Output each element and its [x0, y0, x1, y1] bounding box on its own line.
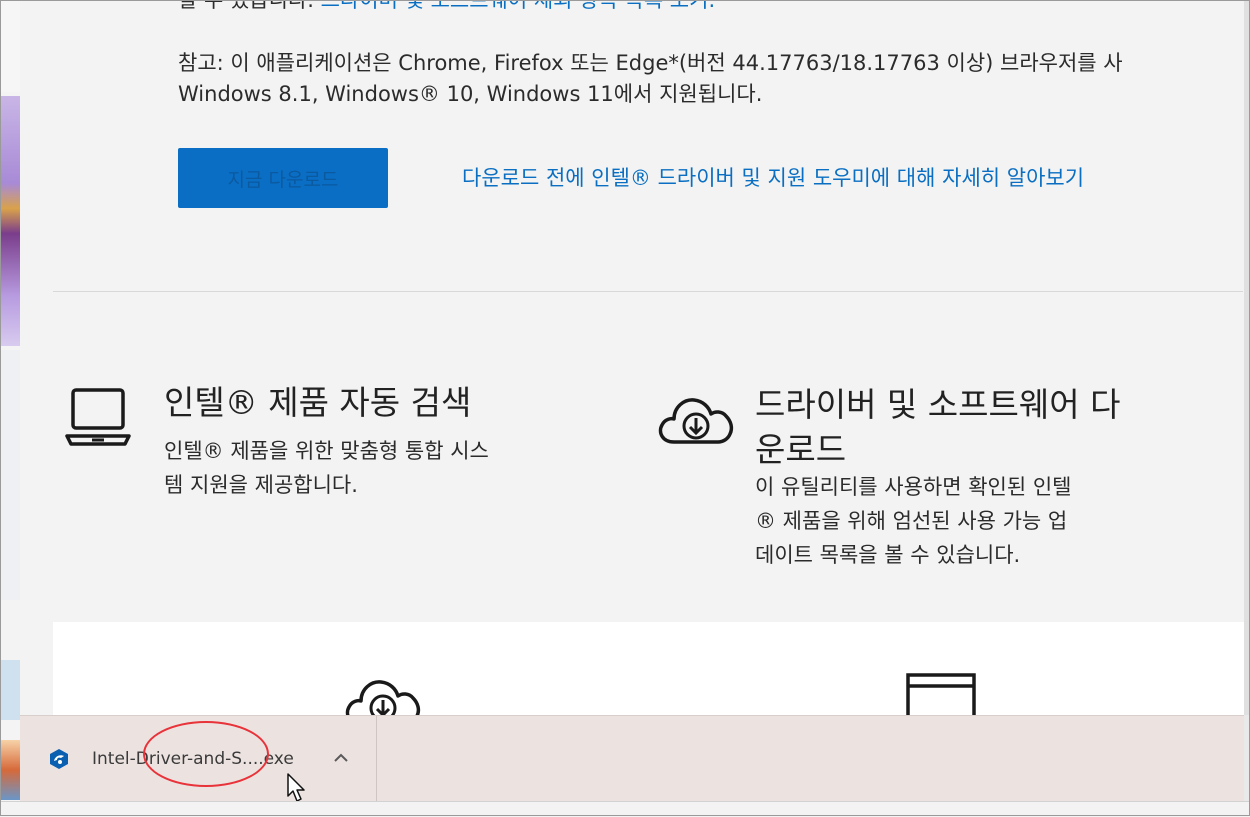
- cloud-download-icon: [658, 398, 734, 444]
- feature-auto-detect-desc: 인텔® 제품을 위한 맞춤형 통합 시스 템 지원을 제공합니다.: [164, 434, 489, 502]
- feature-download-desc-line-2: ® 제품을 위해 엄선된 사용 가능 업: [755, 509, 1068, 533]
- download-now-button[interactable]: 지금 다운로드: [178, 148, 388, 208]
- feature-auto-detect-desc-line-2: 템 지원을 제공합니다.: [164, 473, 358, 497]
- exclusion-list-link[interactable]: 드라이버 및 소프트웨어 제외 항목 목록 보기.: [321, 0, 716, 12]
- features-panel: [53, 622, 1244, 715]
- feature-download-desc: 이 유틸리티를 사용하면 확인된 인텔 ® 제품을 위해 엄선된 사용 가능 업…: [755, 470, 1072, 572]
- feature-download-title: 드라이버 및 소프트웨어 다 운로드: [755, 382, 1120, 472]
- desktop-background-strip: [0, 0, 21, 816]
- intel-support-page: 할 수 있습니다. 드라이버 및 소프트웨어 제외 항목 목록 보기. 참고: …: [20, 0, 1244, 715]
- feature-download-desc-line-1: 이 유틸리티를 사용하면 확인된 인텔: [755, 475, 1072, 499]
- note-line-1: 참고: 이 애플리케이션은 Chrome, Firefox 또는 Edge*(버…: [178, 51, 1123, 75]
- laptop-icon: [65, 388, 131, 446]
- feature-download-title-line-1: 드라이버 및 소프트웨어 다: [755, 385, 1121, 424]
- exclusion-text: 할 수 있습니다. 드라이버 및 소프트웨어 제외 항목 목록 보기.: [178, 0, 715, 14]
- installer-icon: [50, 749, 68, 769]
- mouse-cursor-icon: [287, 773, 305, 802]
- section-divider: [53, 291, 1243, 292]
- cloud-download-icon: [345, 680, 421, 715]
- feature-auto-detect-title: 인텔® 제품 자동 검색: [164, 383, 472, 422]
- feature-download-desc-line-3: 데이트 목록을 볼 수 있습니다.: [755, 543, 1021, 567]
- page-scrollbar[interactable]: [1244, 0, 1250, 715]
- exclusion-text-prefix: 할 수 있습니다.: [178, 0, 314, 12]
- learn-more-link[interactable]: 다운로드 전에 인텔® 드라이버 및 지원 도우미에 대해 자세히 알아보기: [462, 162, 1084, 192]
- note-line-2: Windows 8.1, Windows® 10, Windows 11에서 지…: [178, 82, 763, 106]
- taskbar-edge: [0, 801, 1250, 817]
- browser-support-note: 참고: 이 애플리케이션은 Chrome, Firefox 또는 Edge*(버…: [178, 48, 1244, 110]
- window-icon: [906, 673, 976, 715]
- chevron-up-icon[interactable]: [332, 752, 350, 764]
- feature-download-title-line-2: 운로드: [755, 430, 847, 469]
- annotation-circle: [143, 721, 269, 787]
- feature-auto-detect-desc-line-1: 인텔® 제품을 위한 맞춤형 통합 시스: [164, 439, 489, 463]
